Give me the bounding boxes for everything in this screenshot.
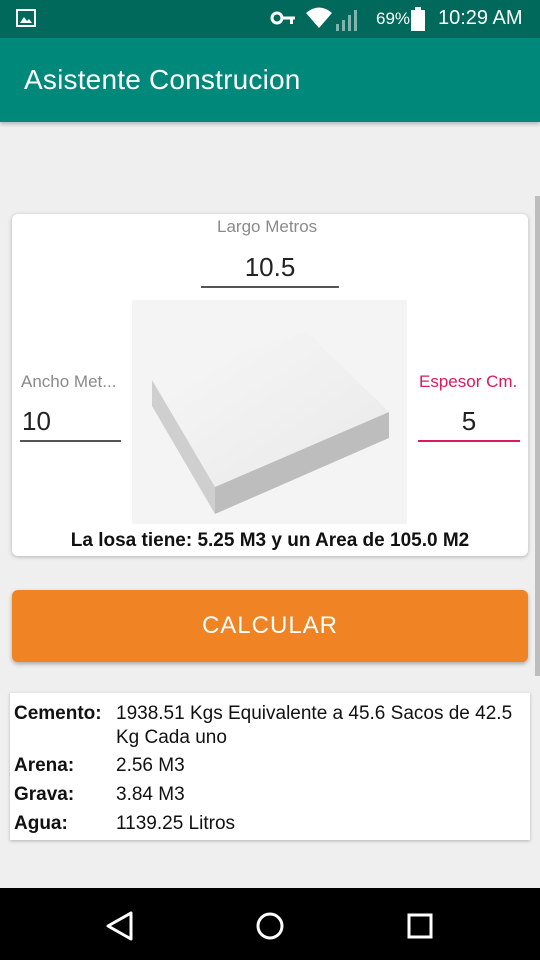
result-label: Cemento: xyxy=(14,703,102,724)
result-label: Grava: xyxy=(14,784,75,805)
image-icon xyxy=(16,9,36,27)
calcular-button[interactable]: CALCULAR xyxy=(12,590,528,662)
slab-illustration xyxy=(132,300,407,524)
largo-label: Largo Metros xyxy=(217,217,318,236)
result-label: Arena: xyxy=(14,755,75,776)
scroll-indicator[interactable] xyxy=(535,196,540,676)
espesor-underline xyxy=(418,440,520,442)
app-title: Asistente Construcion xyxy=(24,64,301,95)
slab-summary: La losa tiene: 5.25 M3 y un Area de 105.… xyxy=(70,530,470,551)
largo-underline xyxy=(201,286,339,288)
result-value: 1938.51 Kgs Equivalente a 45.6 Sacos de … xyxy=(116,703,513,748)
result-value: 1139.25 Litros xyxy=(116,813,236,834)
results-panel: Cemento: 1938.51 Kgs Equivalente a 45.6 … xyxy=(10,693,530,840)
battery-icon xyxy=(411,7,425,31)
wifi-icon xyxy=(306,7,332,28)
slab-box-icon xyxy=(152,332,389,514)
clock: 10:29 AM xyxy=(438,7,523,29)
espesor-input[interactable] xyxy=(418,404,520,438)
ancho-label: Ancho Met... xyxy=(21,372,117,391)
result-label: Agua: xyxy=(14,813,68,834)
result-value: 2.56 M3 xyxy=(116,755,185,776)
status-bar: 69% 10:29 AM xyxy=(0,0,540,38)
slab-input-card: Largo Metros Ancho Met... Espesor Cm. La… xyxy=(12,214,528,556)
ancho-underline xyxy=(20,440,121,442)
back-icon[interactable] xyxy=(102,908,138,944)
espesor-label: Espesor Cm. xyxy=(419,372,518,391)
navigation-bar xyxy=(0,888,540,960)
app-bar: Asistente Construcion xyxy=(0,38,540,122)
signal-icon xyxy=(336,10,357,31)
largo-input[interactable] xyxy=(201,250,339,284)
home-icon[interactable] xyxy=(252,908,288,944)
result-value: 3.84 M3 xyxy=(116,784,185,805)
recents-icon[interactable] xyxy=(402,908,438,944)
battery-percent: 69% xyxy=(376,9,411,28)
ancho-input[interactable] xyxy=(20,404,70,438)
key-icon xyxy=(270,11,295,25)
